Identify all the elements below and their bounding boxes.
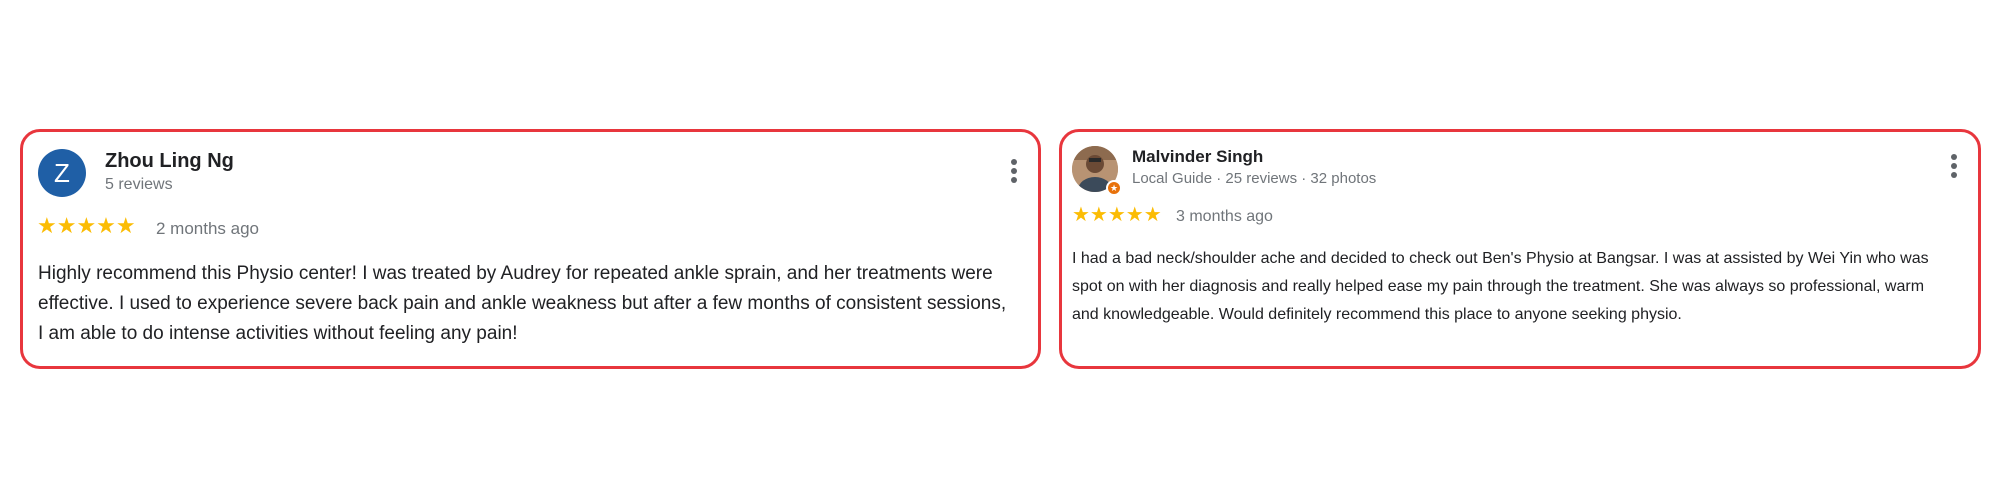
dot-icon <box>1011 177 1017 183</box>
reviewer-meta: 5 reviews <box>105 176 173 193</box>
star-rating: ★★★★★ <box>1072 204 1162 226</box>
more-options-icon[interactable] <box>1947 154 1961 184</box>
dot-icon <box>1011 159 1017 165</box>
more-options-icon[interactable] <box>1007 159 1021 189</box>
local-guide-star-icon: ★ <box>1106 180 1122 196</box>
dot-icon <box>1011 168 1017 174</box>
star-rating: ★★★★★ <box>37 213 136 238</box>
dot-icon <box>1951 172 1957 178</box>
avatar[interactable]: Z <box>38 149 86 197</box>
dot-icon <box>1951 154 1957 160</box>
avatar[interactable]: ★ <box>1072 146 1122 196</box>
reviewer-name[interactable]: Malvinder Singh <box>1132 147 1263 167</box>
reviews-page: Z Zhou Ling Ng 5 reviews ★★★★★ 2 months … <box>0 0 2000 500</box>
review-card: ★ Malvinder Singh Local Guide · 25 revie… <box>1059 129 1981 369</box>
review-card: Z Zhou Ling Ng 5 reviews ★★★★★ 2 months … <box>20 129 1041 369</box>
reviewer-name[interactable]: Zhou Ling Ng <box>105 150 234 173</box>
review-time: 2 months ago <box>156 219 260 238</box>
reviewer-meta: Local Guide · 25 reviews · 32 photos <box>1132 170 1377 187</box>
dot-icon <box>1951 163 1957 169</box>
review-time: 3 months ago <box>1176 208 1273 225</box>
review-text: I had a bad neck/shoulder ache and decid… <box>1072 250 1929 323</box>
review-text: Highly recommend this Physio center! I w… <box>38 263 1007 344</box>
